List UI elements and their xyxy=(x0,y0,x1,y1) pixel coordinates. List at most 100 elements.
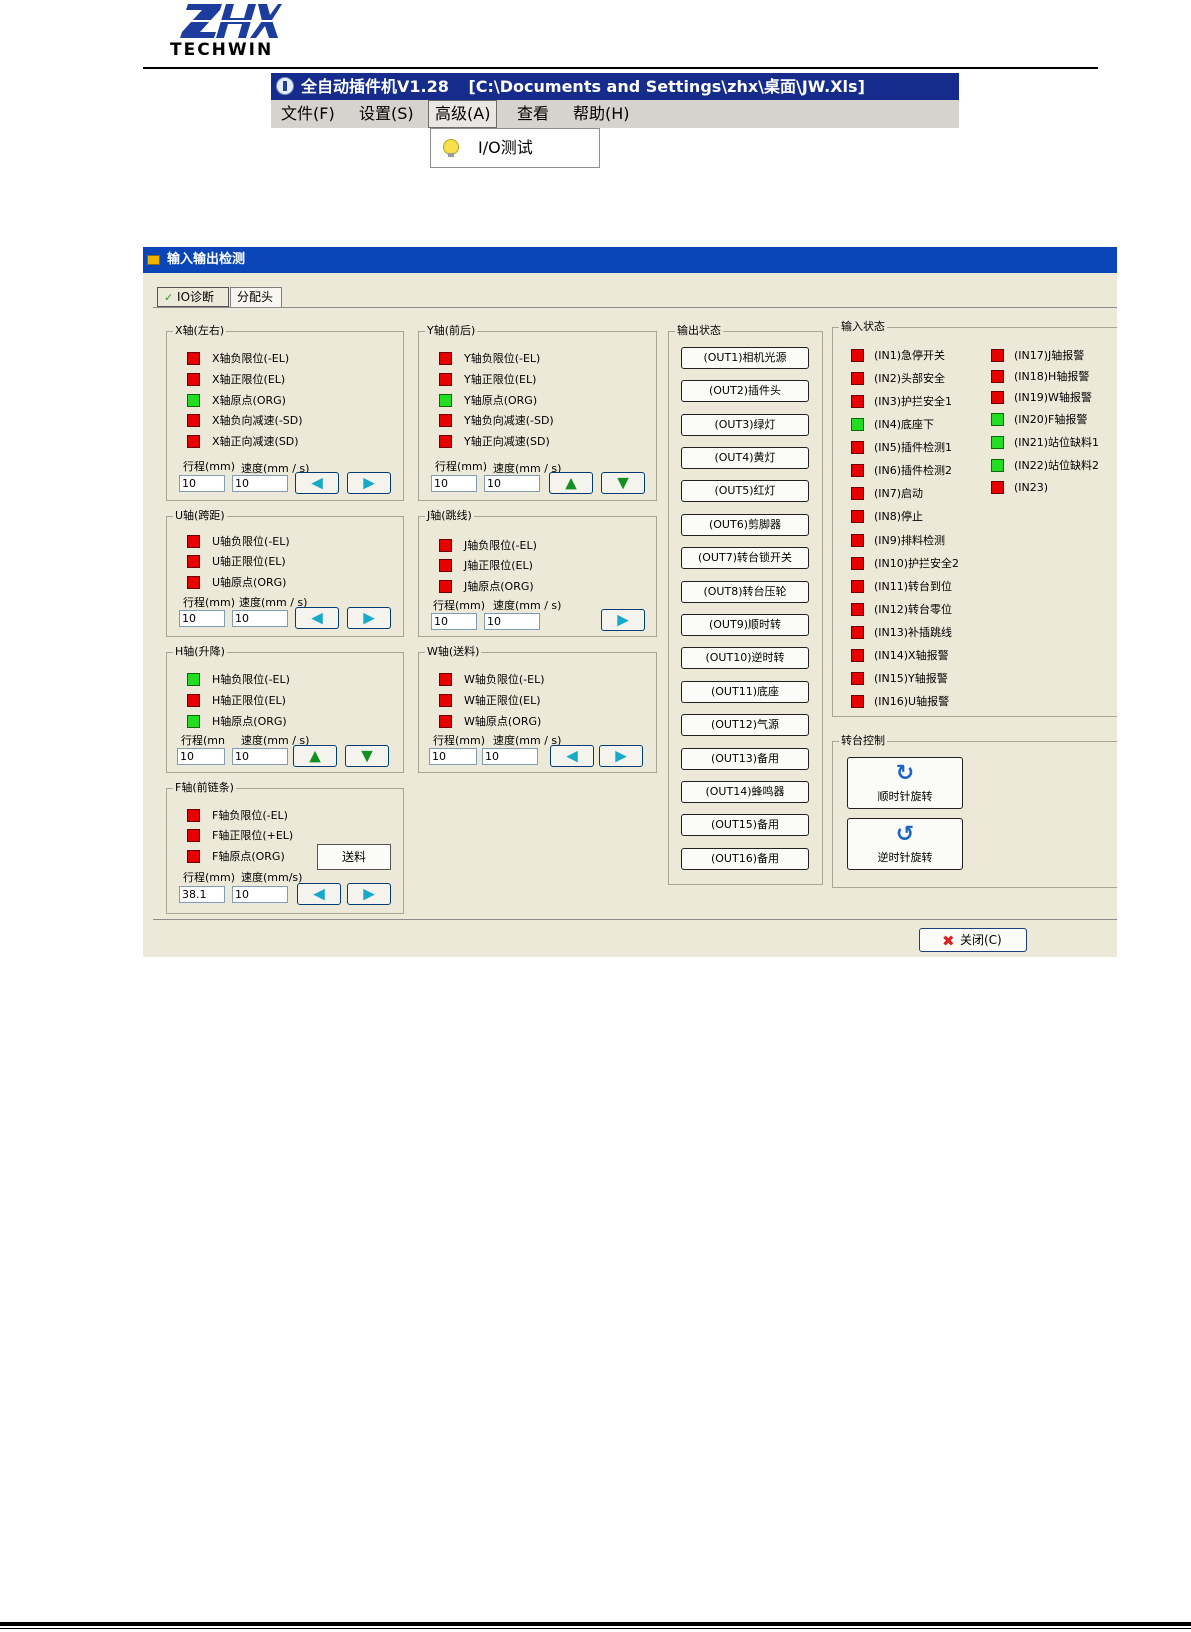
out11-button[interactable]: (OUT11)底座 xyxy=(681,681,809,703)
h-axis-group: H轴(升降) H轴负限位(-EL) H轴正限位(EL) H轴原点(ORG) 行程… xyxy=(166,645,404,773)
out13-button[interactable]: (OUT13)备用 xyxy=(681,748,809,770)
x-neg-decel: X轴负向减速(-SD) xyxy=(187,414,303,428)
app-menubar: 文件(F) 设置(S) 高级(A) 查看 帮助(H) xyxy=(271,100,959,128)
menu-io-test[interactable]: I/O测试 xyxy=(478,129,533,167)
app-file-path: [C:\Documents and Settings\zhx\桌面\JW.Xls… xyxy=(468,77,865,96)
status-led xyxy=(187,435,200,448)
in6-indicator: (IN6)插件检测2 xyxy=(851,464,952,478)
in4-indicator: (IN4)底座下 xyxy=(851,418,934,432)
j-right-button[interactable]: ▶ xyxy=(601,609,645,631)
status-led xyxy=(187,809,200,822)
footer-rule-thin xyxy=(0,1628,1191,1629)
out4-button[interactable]: (OUT4)黄灯 xyxy=(681,447,809,469)
in3-indicator: (IN3)护拦安全1 xyxy=(851,395,952,409)
u-right-button[interactable]: ▶ xyxy=(347,607,391,629)
f-axis-title: F轴(前链条) xyxy=(173,781,236,795)
x-right-button[interactable]: ▶ xyxy=(347,472,391,494)
j-stroke-input[interactable]: 10 xyxy=(431,613,477,630)
h-up-button[interactable]: ▲ xyxy=(293,745,337,767)
h-pos-limit: H轴正限位(EL) xyxy=(187,694,286,708)
clockwise-rotate-button[interactable]: ↻ 顺时针旋转 xyxy=(847,757,963,809)
u-neg-limit: U轴负限位(-EL) xyxy=(187,535,290,549)
out10-button[interactable]: (OUT10)逆时转 xyxy=(681,647,809,669)
input-status-group: 输入状态 (IN1)急停开关 (IN2)头部安全 (IN3)护拦安全1 (IN4… xyxy=(832,320,1117,717)
out9-button[interactable]: (OUT9)顺时转 xyxy=(681,614,809,636)
out14-button[interactable]: (OUT14)蜂鸣器 xyxy=(681,781,809,803)
out12-button[interactable]: (OUT12)气源 xyxy=(681,714,809,736)
menu-view[interactable]: 查看 xyxy=(511,100,555,128)
arrow-down-icon: ▼ xyxy=(617,473,629,492)
y-down-button[interactable]: ▼ xyxy=(601,472,645,494)
close-button[interactable]: ✖ 关闭(C) xyxy=(919,928,1027,952)
in10-indicator: (IN10)护拦安全2 xyxy=(851,557,959,571)
status-led xyxy=(991,349,1004,362)
u-left-button[interactable]: ◀ xyxy=(295,607,339,629)
out15-button[interactable]: (OUT15)备用 xyxy=(681,814,809,836)
y-stroke-input[interactable]: 10 xyxy=(431,475,477,492)
y-up-button[interactable]: ▲ xyxy=(549,472,593,494)
in15-indicator: (IN15)Y轴报警 xyxy=(851,672,948,686)
f-right-button[interactable]: ▶ xyxy=(347,883,391,905)
h-down-button[interactable]: ▼ xyxy=(345,745,389,767)
h-stroke-input[interactable]: 10 xyxy=(177,748,225,765)
out3-button[interactable]: (OUT3)绿灯 xyxy=(681,414,809,436)
status-led xyxy=(851,441,864,454)
turntable-control-title: 转台控制 xyxy=(839,734,887,748)
w-stroke-input[interactable]: 10 xyxy=(429,748,477,765)
y-axis-group: Y轴(前后) Y轴负限位(-EL) Y轴正限位(EL) Y轴原点(ORG) Y轴… xyxy=(418,324,657,501)
out2-button[interactable]: (OUT2)插件头 xyxy=(681,380,809,402)
status-led xyxy=(991,459,1004,472)
status-led xyxy=(439,435,452,448)
f-stroke-input[interactable]: 38.1 xyxy=(179,886,225,903)
tab-distribution-head[interactable]: 分配头 xyxy=(230,287,282,307)
w-speed-input[interactable]: 10 xyxy=(482,748,538,765)
j-speed-input[interactable]: 10 xyxy=(484,613,540,630)
x-stroke-input[interactable]: 10 xyxy=(179,475,225,492)
f-left-button[interactable]: ◀ xyxy=(297,883,341,905)
footer-rule xyxy=(0,1622,1191,1626)
output-status-title: 输出状态 xyxy=(675,324,723,338)
status-led xyxy=(851,349,864,362)
arrow-right-icon: ▶ xyxy=(363,608,375,627)
out16-button[interactable]: (OUT16)备用 xyxy=(681,848,809,870)
status-led xyxy=(991,436,1004,449)
status-led xyxy=(991,481,1004,494)
f-speed-input[interactable]: 10 xyxy=(232,886,288,903)
app-title-bar: 全自动插件机V1.28 [C:\Documents and Settings\z… xyxy=(271,73,959,100)
io-test-dialog: 输入输出检测 ✓ IO诊断 分配头 X轴(左右) X轴负限位(-EL) X轴正限… xyxy=(143,247,1117,957)
menu-advanced[interactable]: 高级(A) xyxy=(428,100,498,128)
h-speed-input[interactable]: 10 xyxy=(232,748,288,765)
w-left-button[interactable]: ◀ xyxy=(550,745,594,767)
x-left-button[interactable]: ◀ xyxy=(295,472,339,494)
w-neg-limit: W轴负限位(-EL) xyxy=(439,673,545,687)
tab-io-diagnosis[interactable]: ✓ IO诊断 xyxy=(157,287,229,307)
status-led xyxy=(439,394,452,407)
out5-button[interactable]: (OUT5)红灯 xyxy=(681,480,809,502)
out7-button[interactable]: (OUT7)转台锁开关 xyxy=(681,547,809,569)
arrow-right-icon: ▶ xyxy=(617,610,629,629)
out1-button[interactable]: (OUT1)相机光源 xyxy=(681,347,809,369)
in14-indicator: (IN14)X轴报警 xyxy=(851,649,949,663)
u-stroke-input[interactable]: 10 xyxy=(179,610,225,627)
x-speed-input[interactable]: 10 xyxy=(232,475,288,492)
w-right-button[interactable]: ▶ xyxy=(599,745,643,767)
y-speed-input[interactable]: 10 xyxy=(484,475,540,492)
u-origin: U轴原点(ORG) xyxy=(187,576,286,590)
u-speed-input[interactable]: 10 xyxy=(232,610,288,627)
menu-file[interactable]: 文件(F) xyxy=(275,100,341,128)
counterclockwise-rotate-button[interactable]: ↺ 逆时针旋转 xyxy=(847,818,963,870)
status-led xyxy=(439,352,452,365)
menu-settings[interactable]: 设置(S) xyxy=(353,100,420,128)
status-led xyxy=(187,555,200,568)
lightbulb-icon xyxy=(443,139,459,157)
j-axis-title: J轴(跳线) xyxy=(425,509,474,523)
f-axis-group: F轴(前链条) F轴负限位(-EL) F轴正限位(+EL) F轴原点(ORG) … xyxy=(166,781,404,914)
u-axis-title: U轴(跨距) xyxy=(173,509,227,523)
out8-button[interactable]: (OUT8)转台压轮 xyxy=(681,581,809,603)
feed-button[interactable]: 送料 xyxy=(317,844,391,870)
in23-indicator: (IN23) xyxy=(991,481,1048,495)
menu-help[interactable]: 帮助(H) xyxy=(567,100,636,128)
rotate-counterclockwise-icon: ↺ xyxy=(895,822,915,847)
arrow-down-icon: ▼ xyxy=(361,746,373,765)
out6-button[interactable]: (OUT6)剪脚器 xyxy=(681,514,809,536)
